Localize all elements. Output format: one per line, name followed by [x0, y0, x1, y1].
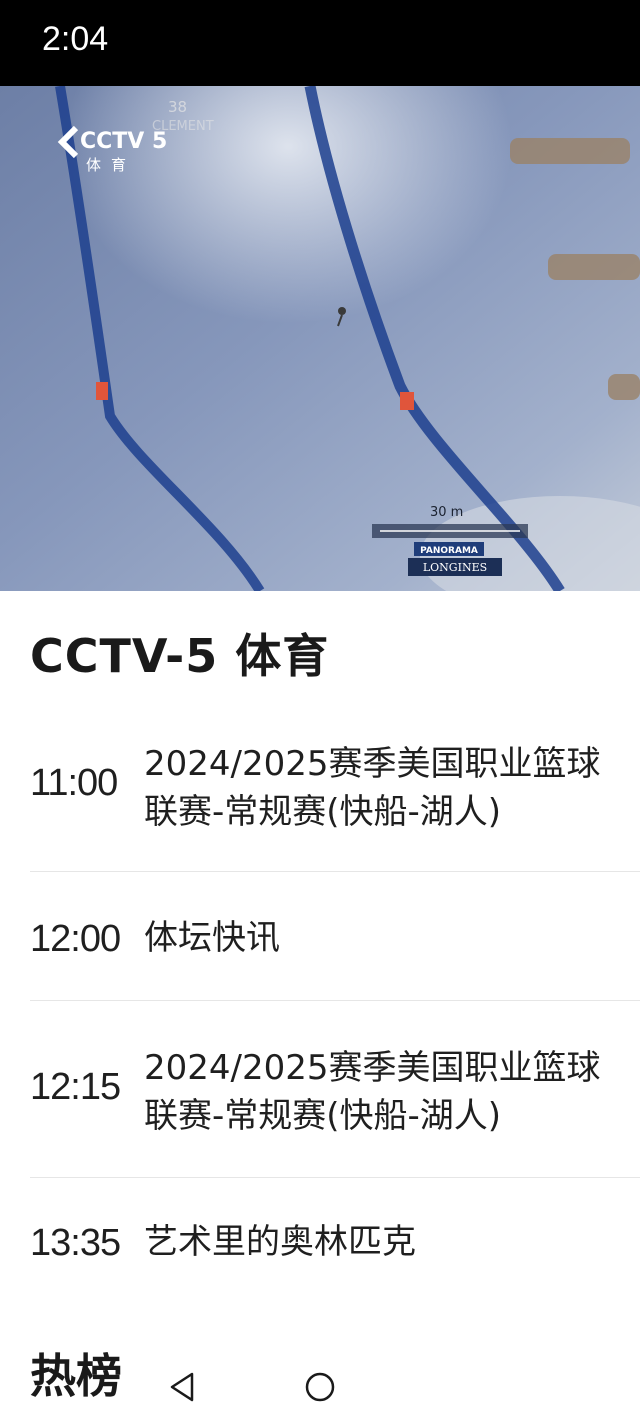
- program-time: 11:00: [30, 762, 118, 804]
- divider: [30, 871, 640, 872]
- divider: [30, 1000, 640, 1001]
- home-circle-icon[interactable]: [304, 1371, 336, 1407]
- schedule-row[interactable]: 11:00 2024/2025赛季美国职业篮球联赛-常规赛(快船-湖人): [30, 740, 620, 832]
- program-time: 12:15: [30, 1066, 121, 1108]
- program-title: 2024/2025赛季美国职业篮球联赛-常规赛(快船-湖人): [144, 1048, 601, 1136]
- overlay-number: 38: [168, 98, 187, 116]
- schedule-row[interactable]: 13:35 艺术里的奥林匹克: [30, 1218, 620, 1258]
- navigation-bar: [0, 1350, 640, 1422]
- program-time: 13:35: [30, 1222, 121, 1258]
- cctv5-logo-subtitle: 体育: [86, 156, 136, 174]
- status-bar: 2:04: [0, 0, 640, 86]
- video-player[interactable]: CCTV 5 体育 38 CLEMENT 30 m PANORAMA LONGI…: [0, 86, 640, 591]
- overlay-text: CLEMENT: [152, 119, 214, 134]
- panorama-text: PANORAMA: [420, 546, 478, 556]
- program-title: 体坛快讯: [144, 918, 280, 958]
- divider: [30, 1177, 640, 1178]
- scale-label: 30 m: [430, 505, 463, 520]
- status-time: 2:04: [42, 20, 109, 58]
- back-triangle-icon[interactable]: [168, 1372, 196, 1406]
- video-frame: CCTV 5 体育 38 CLEMENT 30 m PANORAMA LONGI…: [0, 86, 640, 591]
- schedule-row[interactable]: 12:15 2024/2025赛季美国职业篮球联赛-常规赛(快船-湖人): [30, 1044, 620, 1136]
- program-time: 12:00: [30, 918, 121, 960]
- schedule-row[interactable]: 12:00 体坛快讯: [30, 914, 620, 962]
- program-title: 2024/2025赛季美国职业篮球联赛-常规赛(快船-湖人): [144, 744, 601, 832]
- channel-title: CCTV-5 体育: [30, 629, 330, 683]
- longines-text: LONGINES: [423, 561, 487, 574]
- program-title: 艺术里的奥林匹克: [144, 1222, 416, 1258]
